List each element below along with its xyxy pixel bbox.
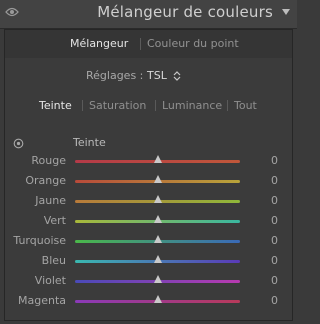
up-down-arrows-icon[interactable]	[173, 71, 181, 81]
panel-title: Mélangeur de couleurs	[97, 3, 273, 21]
slider-row-turquoise: Turquoise 0	[5, 233, 292, 251]
mode-melangeur[interactable]: Mélangeur	[70, 37, 128, 50]
slider-thumb-orange[interactable]	[153, 175, 162, 183]
slider-label: Violet	[34, 274, 66, 287]
tab-separator	[227, 100, 228, 111]
slider-thumb-violet[interactable]	[153, 275, 162, 283]
tab-tout[interactable]: Tout	[234, 99, 257, 112]
slider-row-violet: Violet 0	[5, 273, 292, 291]
slider-thumb-rouge[interactable]	[153, 155, 162, 163]
tab-separator	[155, 100, 156, 111]
slider-value[interactable]: 0	[258, 234, 278, 247]
slider-label: Orange	[25, 174, 66, 187]
slider-label: Jaune	[35, 194, 66, 207]
slider-label: Magenta	[17, 294, 66, 307]
tab-separator	[82, 100, 83, 111]
settings-label: Réglages :	[86, 69, 144, 82]
slider-label: Bleu	[41, 254, 66, 267]
slider-row-magenta: Magenta 0	[5, 293, 292, 311]
slider-label: Turquoise	[13, 234, 66, 247]
slider-value[interactable]: 0	[258, 154, 278, 167]
slider-value[interactable]: 0	[258, 254, 278, 267]
chevron-down-icon[interactable]	[281, 7, 291, 17]
slider-label: Vert	[43, 214, 66, 227]
eye-icon[interactable]	[5, 6, 19, 18]
tab-teinte[interactable]: Teinte	[39, 99, 72, 112]
settings-dropdown[interactable]: TSL	[147, 69, 167, 82]
target-adjust-icon[interactable]	[13, 138, 24, 149]
slider-thumb-jaune[interactable]	[153, 195, 162, 203]
settings-row: Réglages : TSL	[5, 68, 292, 84]
slider-label: Rouge	[31, 154, 66, 167]
mode-separator	[140, 38, 141, 50]
panel-header[interactable]: Mélangeur de couleurs	[0, 0, 297, 29]
slider-thumb-magenta[interactable]	[153, 295, 162, 303]
slider-row-rouge: Rouge 0	[5, 153, 292, 171]
group-title: Teinte	[73, 136, 106, 149]
slider-thumb-vert[interactable]	[153, 215, 162, 223]
tab-luminance[interactable]: Luminance	[162, 99, 222, 112]
slider-value[interactable]: 0	[258, 174, 278, 187]
mode-switcher: Mélangeur Couleur du point	[5, 30, 292, 58]
color-mixer-body: Mélangeur Couleur du point Réglages : TS…	[4, 29, 293, 321]
slider-value[interactable]: 0	[258, 194, 278, 207]
mode-couleur-du-point[interactable]: Couleur du point	[147, 37, 239, 50]
slider-value[interactable]: 0	[258, 274, 278, 287]
slider-row-orange: Orange 0	[5, 173, 292, 191]
slider-row-jaune: Jaune 0	[5, 193, 292, 211]
slider-row-vert: Vert 0	[5, 213, 292, 231]
slider-value[interactable]: 0	[258, 294, 278, 307]
tab-saturation[interactable]: Saturation	[89, 99, 146, 112]
slider-row-bleu: Bleu 0	[5, 253, 292, 271]
slider-thumb-turquoise[interactable]	[153, 235, 162, 243]
slider-value[interactable]: 0	[258, 214, 278, 227]
slider-thumb-bleu[interactable]	[153, 255, 162, 263]
